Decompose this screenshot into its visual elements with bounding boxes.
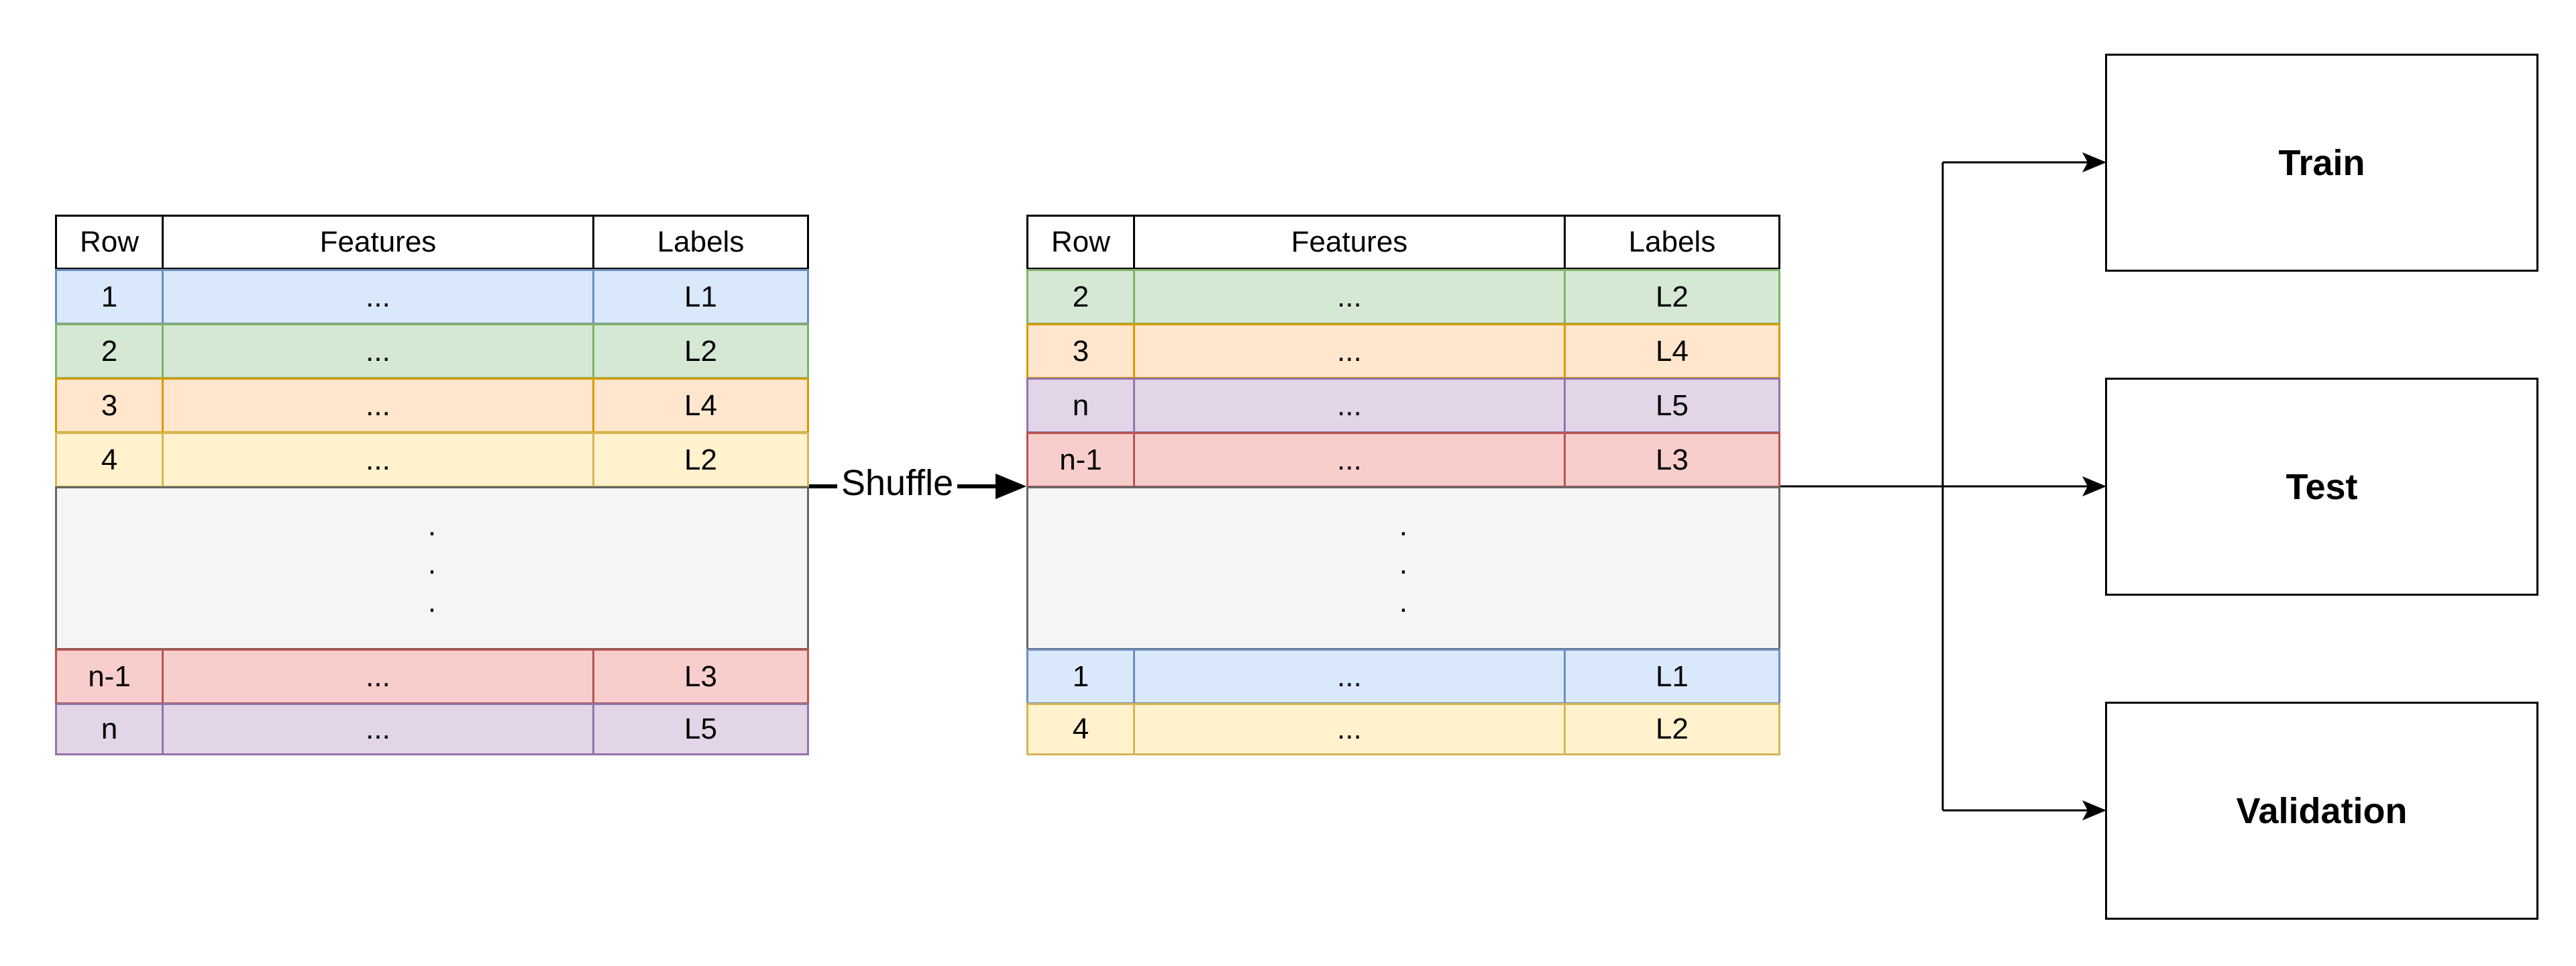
validation-box: Validation	[2105, 702, 2538, 920]
shuffle-label: Shuffle	[837, 463, 958, 503]
train-box: Train	[2105, 54, 2538, 272]
shuffle-arrow-head	[996, 474, 1026, 499]
test-box: Test	[2105, 378, 2538, 596]
